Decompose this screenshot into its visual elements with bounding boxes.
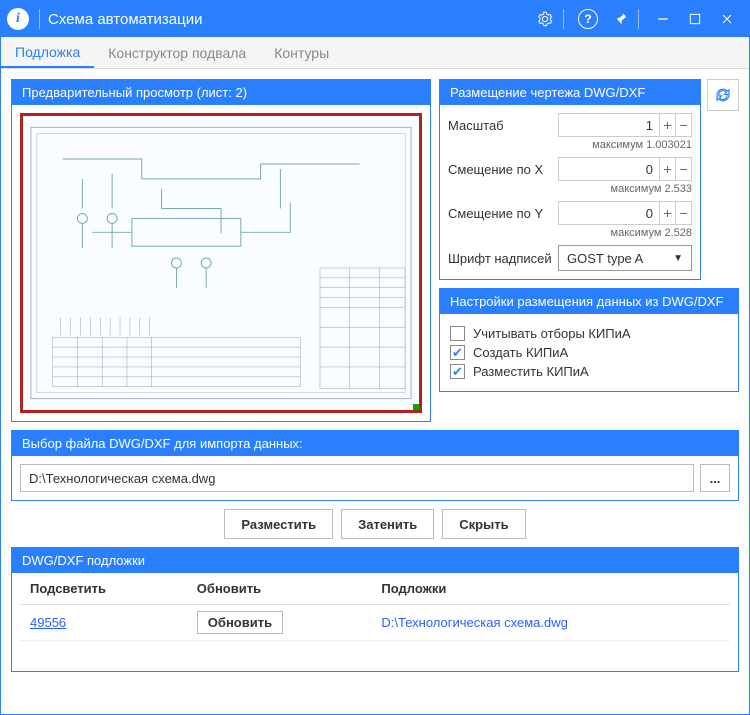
offset-y-plus[interactable]: + — [660, 201, 676, 225]
scale-plus[interactable]: + — [660, 113, 676, 137]
top-row: Предварительный просмотр (лист: 2) — [11, 79, 739, 422]
hide-button[interactable]: Скрыть — [442, 509, 525, 539]
shade-button[interactable]: Затенить — [341, 509, 434, 539]
col-path[interactable]: Подложки — [371, 573, 730, 605]
preview-body — [12, 105, 430, 421]
offset-x-stepper: + − — [660, 157, 692, 181]
help-icon: ? — [578, 9, 598, 29]
resize-handle[interactable] — [413, 404, 421, 412]
settings-header: Настройки размещения данных из DWG/DXF — [440, 289, 738, 314]
main-content: Предварительный просмотр (лист: 2) — [1, 69, 749, 714]
row-update-button[interactable]: Обновить — [197, 611, 283, 634]
gear-icon — [537, 11, 553, 27]
file-header: Выбор файла DWG/DXF для импорта данных: — [12, 431, 738, 456]
offset-y-input[interactable]: 0 — [558, 201, 660, 225]
placement-header: Размещение чертежа DWG/DXF — [440, 80, 700, 105]
offset-y-max: максимум 2.528 — [448, 227, 692, 239]
right-column: Размещение чертежа DWG/DXF Масштаб 1 + − — [439, 79, 739, 422]
offset-x-max: максимум 2.533 — [448, 183, 692, 195]
checkbox-create[interactable]: ✔ — [450, 345, 465, 360]
tab-bar: Подложка Конструктор подвала Контуры — [1, 37, 749, 69]
info-icon[interactable]: i — [7, 8, 29, 30]
offset-y-stepper: + − — [660, 201, 692, 225]
placement-panel: Размещение чертежа DWG/DXF Масштаб 1 + − — [439, 79, 701, 280]
tab-contours[interactable]: Контуры — [260, 37, 343, 68]
scale-label: Масштаб — [448, 118, 558, 133]
offset-x-label: Смещение по X — [448, 162, 558, 177]
placement-row: Размещение чертежа DWG/DXF Масштаб 1 + − — [439, 79, 739, 280]
help-button[interactable]: ? — [572, 3, 604, 35]
maximize-button[interactable] — [679, 3, 711, 35]
checkbox-place[interactable]: ✔ — [450, 364, 465, 379]
title-bar: i Схема автоматизации ? — [1, 1, 749, 37]
offset-x-minus[interactable]: − — [676, 157, 692, 181]
offset-x-row: Смещение по X 0 + − — [448, 157, 692, 181]
font-value: GOST type A — [567, 251, 643, 266]
close-icon — [719, 11, 735, 27]
offset-x-plus[interactable]: + — [660, 157, 676, 181]
underlays-body: Подсветить Обновить Подложки 49556 Обнов… — [12, 573, 738, 671]
drawing-preview — [23, 116, 419, 410]
table-header-row: Подсветить Обновить Подложки — [20, 573, 730, 605]
placement-body: Масштаб 1 + − максимум 1.003021 Смещение… — [440, 105, 700, 279]
table-row: 49556 Обновить D:\Технологическая схема.… — [20, 605, 730, 641]
check-row-place: ✔ Разместить КИПиА — [450, 364, 728, 379]
highlight-link[interactable]: 49556 — [30, 615, 66, 630]
file-path-input[interactable]: D:\Технологическая схема.dwg — [20, 464, 694, 492]
settings-panel: Настройки размещения данных из DWG/DXF У… — [439, 288, 739, 392]
title-divider-2 — [563, 9, 564, 29]
settings-button[interactable] — [529, 3, 561, 35]
minimize-button[interactable] — [647, 3, 679, 35]
chevron-down-icon: ▼ — [673, 253, 683, 264]
action-row: Разместить Затенить Скрыть — [11, 509, 739, 539]
checkbox-filters-label: Учитывать отборы КИПиА — [473, 326, 631, 341]
font-row: Шрифт надписей GOST type A ▼ — [448, 245, 692, 271]
underlays-panel: DWG/DXF подложки Подсветить Обновить Под… — [11, 547, 739, 672]
scale-row: Масштаб 1 + − — [448, 113, 692, 137]
minimize-icon — [655, 11, 671, 27]
offset-y-label: Смещение по Y — [448, 206, 558, 221]
scale-minus[interactable]: − — [676, 113, 692, 137]
refresh-button[interactable] — [707, 79, 739, 111]
refresh-icon — [714, 86, 732, 104]
pin-button[interactable] — [604, 3, 636, 35]
preview-header: Предварительный просмотр (лист: 2) — [12, 80, 430, 105]
tab-underlay[interactable]: Подложка — [1, 37, 94, 68]
settings-body: Учитывать отборы КИПиА ✔ Создать КИПиА ✔… — [440, 314, 738, 391]
browse-button[interactable]: ... — [700, 464, 730, 492]
preview-canvas[interactable] — [20, 113, 422, 413]
offset-y-row: Смещение по Y 0 + − — [448, 201, 692, 225]
font-label: Шрифт надписей — [448, 251, 558, 266]
maximize-icon — [687, 11, 703, 27]
tab-basement-constructor[interactable]: Конструктор подвала — [94, 37, 260, 68]
row-path: D:\Технологическая схема.dwg — [381, 615, 567, 630]
checkbox-filters[interactable] — [450, 326, 465, 341]
file-panel: Выбор файла DWG/DXF для импорта данных: … — [11, 430, 739, 501]
offset-y-minus[interactable]: − — [676, 201, 692, 225]
col-highlight[interactable]: Подсветить — [20, 573, 187, 605]
check-row-create: ✔ Создать КИПиА — [450, 345, 728, 360]
scale-max: максимум 1.003021 — [448, 139, 692, 151]
font-select[interactable]: GOST type A ▼ — [558, 245, 692, 271]
preview-panel: Предварительный просмотр (лист: 2) — [11, 79, 431, 422]
offset-x-input[interactable]: 0 — [558, 157, 660, 181]
title-divider-3 — [638, 9, 639, 29]
window-title: Схема автоматизации — [48, 11, 529, 28]
scale-input[interactable]: 1 — [558, 113, 660, 137]
title-divider — [39, 9, 40, 29]
underlays-header: DWG/DXF подложки — [12, 548, 738, 573]
checkbox-place-label: Разместить КИПиА — [473, 364, 589, 379]
col-update[interactable]: Обновить — [187, 573, 372, 605]
app-window: i Схема автоматизации ? Подложка Констру… — [0, 0, 750, 715]
pin-icon — [612, 11, 628, 27]
underlays-table: Подсветить Обновить Подложки 49556 Обнов… — [20, 573, 730, 641]
file-body: D:\Технологическая схема.dwg ... — [12, 456, 738, 500]
close-button[interactable] — [711, 3, 743, 35]
check-row-filters: Учитывать отборы КИПиА — [450, 326, 728, 341]
checkbox-create-label: Создать КИПиА — [473, 345, 568, 360]
place-button[interactable]: Разместить — [224, 509, 333, 539]
scale-stepper: + − — [660, 113, 692, 137]
